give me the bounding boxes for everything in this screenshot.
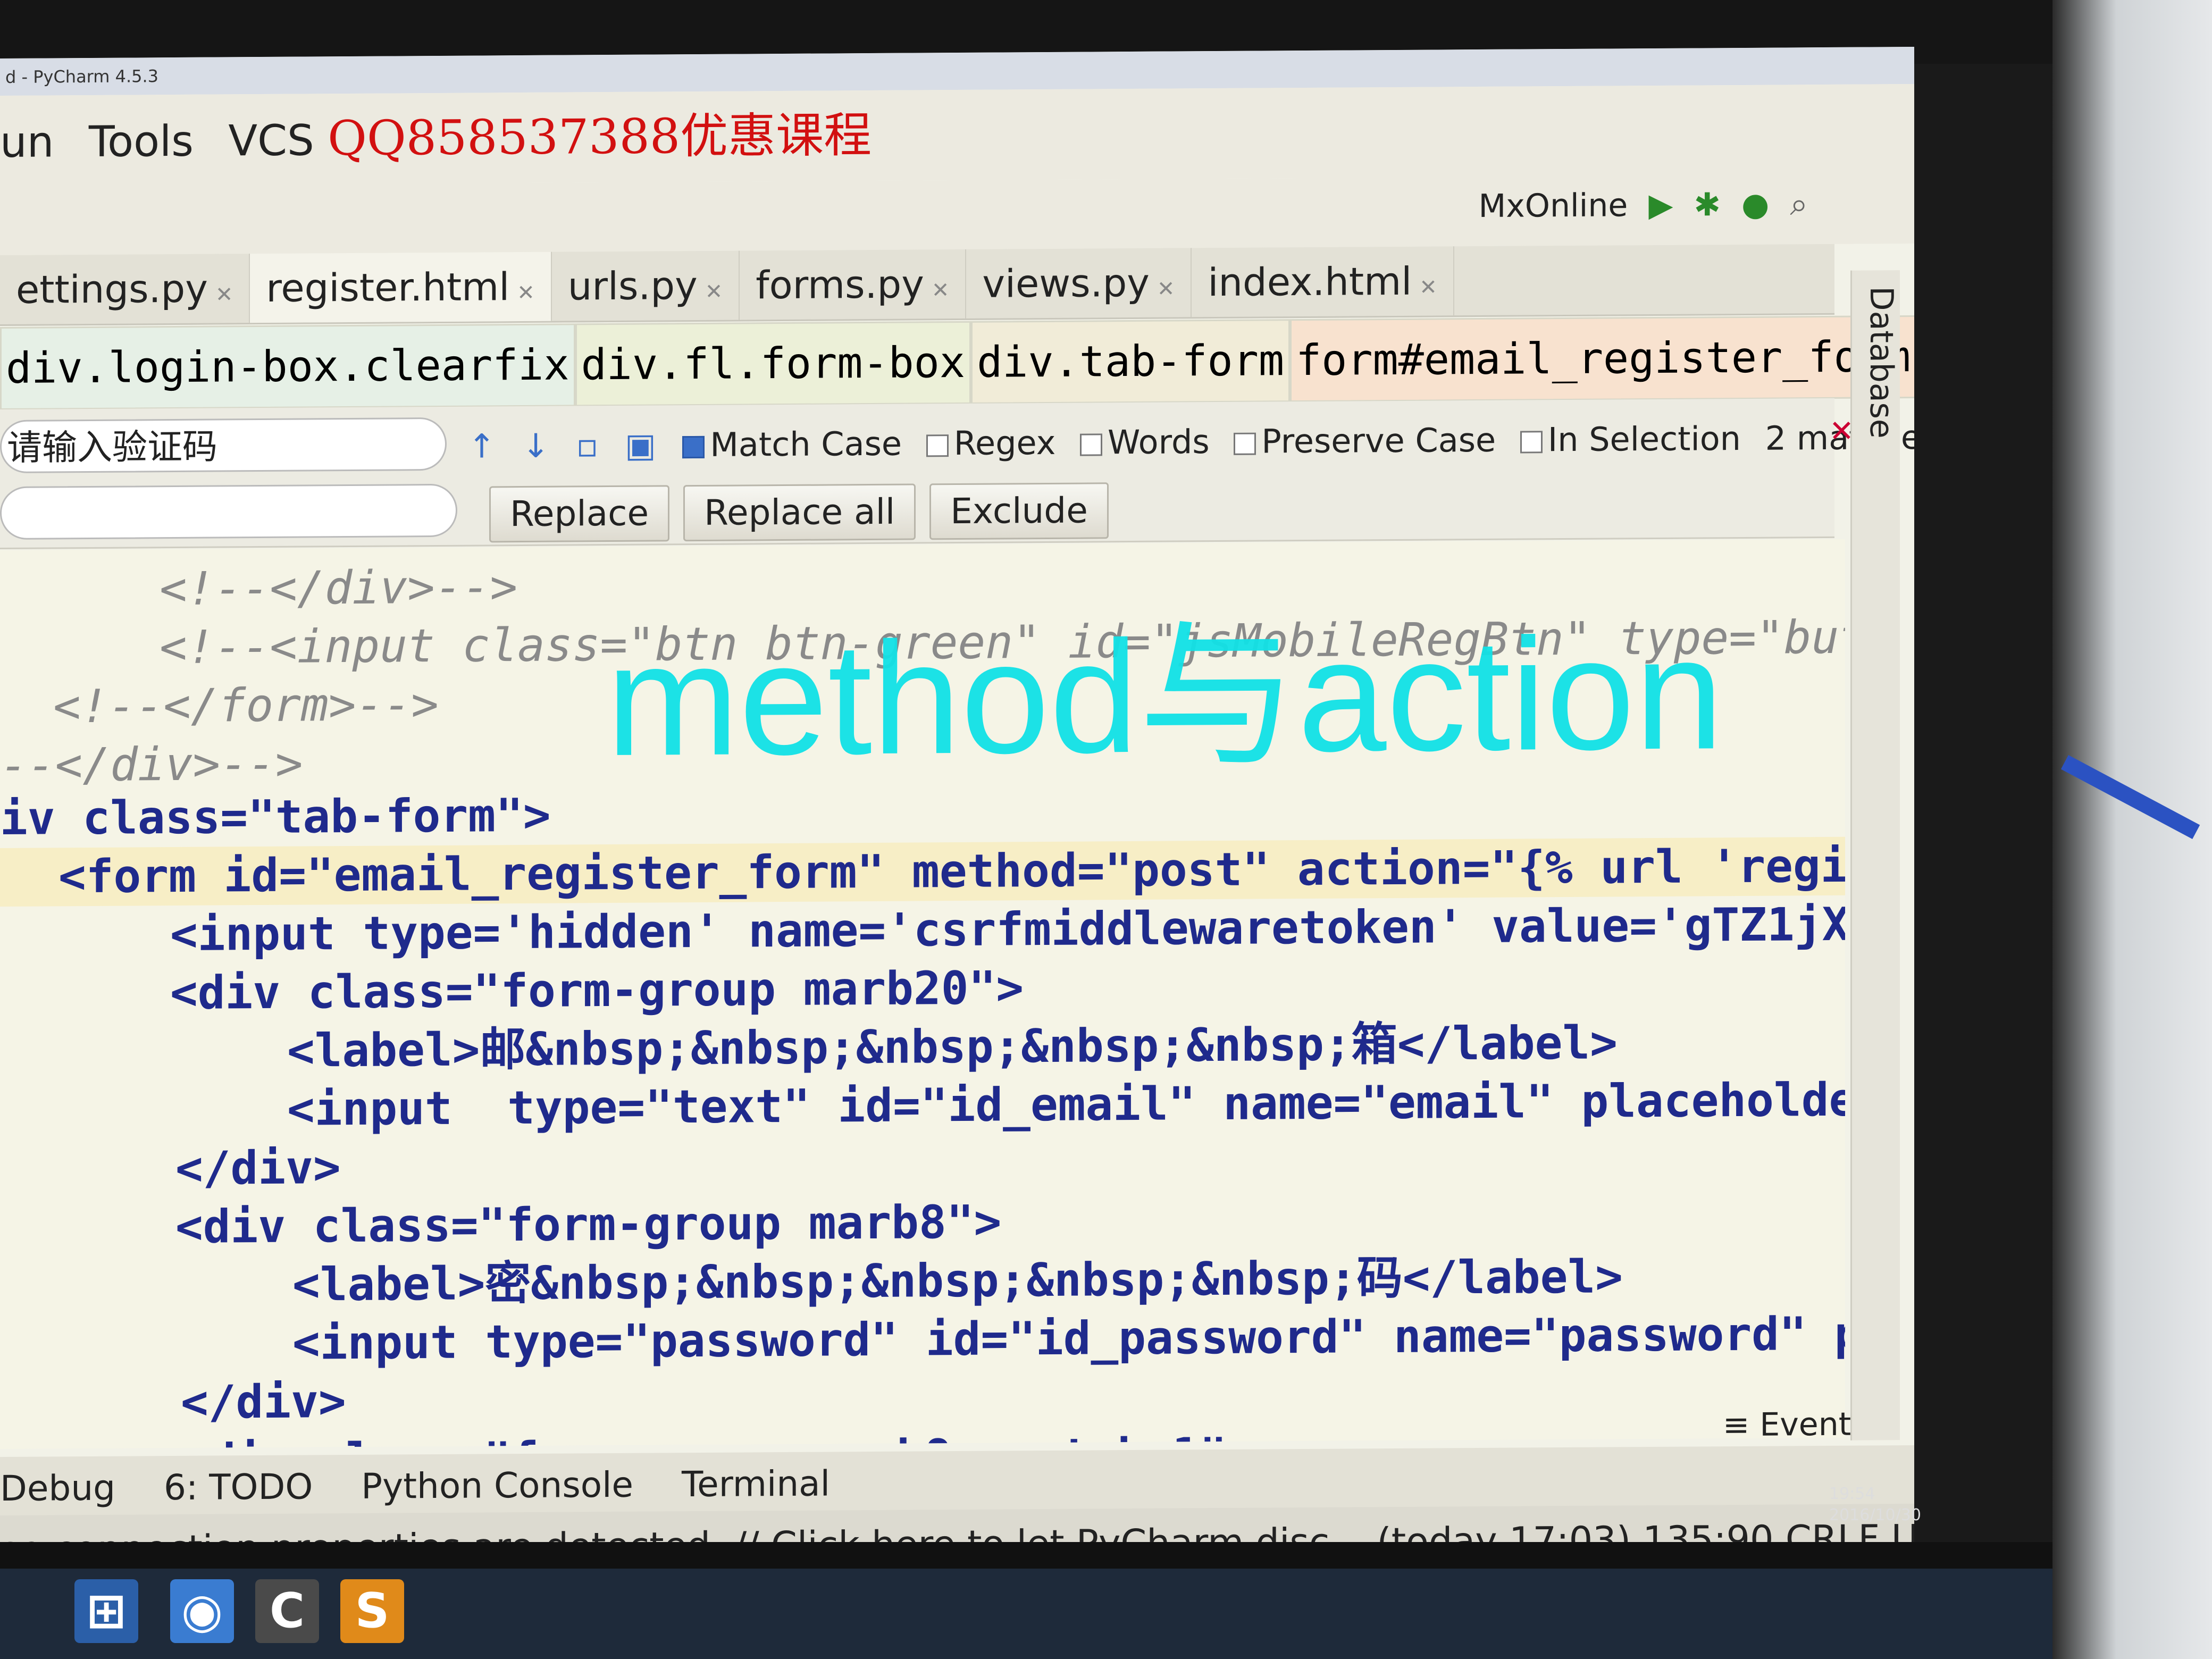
- tab-settings[interactable]: ettings.py ✕: [0, 254, 250, 324]
- code-line: <label>密&nbsp;&nbsp;&nbsp;&nbsp;&nbsp;码<…: [292, 1250, 1623, 1312]
- s-icon[interactable]: S: [340, 1579, 404, 1643]
- words-option[interactable]: Words: [1080, 422, 1210, 462]
- checkbox-icon: [682, 435, 705, 459]
- menubar: un Tools VCS QQ858537388优惠课程: [0, 84, 1914, 186]
- checkbox-icon: [1080, 433, 1103, 456]
- option-label: Regex: [953, 423, 1056, 463]
- search-input[interactable]: 请输入验证码: [0, 417, 447, 473]
- replace-input[interactable]: [0, 483, 457, 540]
- close-icon[interactable]: ✕: [1419, 275, 1437, 299]
- event-log-icon: ≡: [1723, 1406, 1750, 1444]
- find-options: ↑ ↓ ▫ ▣ Match Case Regex Words Preserve …: [468, 414, 1914, 471]
- run-config-label: MxOnline: [1478, 187, 1628, 225]
- video-caption-overlay: method与action: [606, 604, 1724, 790]
- code-line: --</div>-->: [0, 737, 303, 792]
- code-line: <label>邮&nbsp;&nbsp;&nbsp;&nbsp;&nbsp;箱<…: [287, 1016, 1618, 1078]
- menu-item-vcs[interactable]: VCS: [228, 115, 314, 165]
- regex-option[interactable]: Regex: [926, 423, 1056, 463]
- code-line: </div>: [175, 1141, 341, 1195]
- qq-watermark: QQ858537388优惠课程: [328, 107, 872, 167]
- tool-todo[interactable]: 6: TODO: [164, 1466, 313, 1508]
- tab-register-html[interactable]: register.html ✕: [250, 252, 552, 323]
- run-config-selector[interactable]: MxOnline ▶ ✱ ● ⌕: [1478, 186, 1808, 225]
- tab-views[interactable]: views.py ✕: [966, 248, 1192, 319]
- option-label: Preserve Case: [1261, 420, 1496, 461]
- code-line: <!--</div>-->: [160, 560, 518, 616]
- breadcrumb-item[interactable]: div.login-box.clearfix: [0, 323, 575, 410]
- close-icon[interactable]: ✕: [215, 282, 233, 307]
- match-case-option[interactable]: Match Case: [682, 424, 902, 465]
- run-icon[interactable]: ▶: [1648, 187, 1673, 224]
- coverage-icon[interactable]: ●: [1741, 186, 1769, 223]
- find-buttons: Replace Replace all Exclude: [489, 482, 1122, 543]
- next-occurrence-icon[interactable]: ↓: [522, 426, 550, 465]
- tab-label: index.html: [1208, 258, 1412, 305]
- code-line: <!--</form>-->: [53, 677, 439, 734]
- replace-all-button[interactable]: Replace all: [683, 483, 916, 542]
- start-icon[interactable]: ⊞: [74, 1579, 138, 1643]
- code-line: <div class="form-group marb8">: [175, 1195, 1002, 1254]
- clock-time: 19:54: [1829, 1485, 1875, 1503]
- code-line: <input type="password" id="id_password" …: [292, 1306, 1845, 1370]
- checkbox-icon: [1234, 432, 1256, 455]
- find-replace-bar: 请输入验证码 ↑ ↓ ▫ ▣ Match Case Regex Words Pr…: [0, 398, 1914, 549]
- tab-label: ettings.py: [16, 266, 208, 312]
- close-icon[interactable]: ✕: [932, 278, 950, 303]
- checkbox-icon: [1520, 431, 1543, 454]
- editor-tabs: ettings.py ✕ register.html ✕ urls.py ✕ forms.p…: [0, 244, 1834, 326]
- code-line: iv class="tab-form">: [0, 789, 551, 845]
- menu-item-run[interactable]: un: [0, 117, 54, 167]
- tab-label: urls.py: [567, 263, 698, 309]
- pycharm-window: d - PyCharm 4.5.3 un Tools VCS QQ8585373…: [0, 47, 1914, 1564]
- add-selection-icon[interactable]: ▫: [576, 426, 598, 465]
- previous-occurrence-icon[interactable]: ↑: [468, 426, 496, 465]
- checkbox-icon: [926, 434, 949, 457]
- breadcrumb-item[interactable]: div.fl.form-box: [575, 321, 971, 407]
- select-all-icon[interactable]: ▣: [625, 425, 656, 464]
- taskbar-clock[interactable]: 19:54 2016/10/30: [1829, 1484, 1921, 1526]
- close-icon[interactable]: ✕: [517, 281, 535, 305]
- close-icon[interactable]: ✕: [705, 280, 723, 304]
- tab-label: register.html: [266, 264, 510, 311]
- clock-date: 2016/10/30: [1829, 1506, 1921, 1524]
- tool-debug[interactable]: Debug: [0, 1468, 115, 1509]
- breadcrumb-item[interactable]: div.tab-form: [971, 319, 1291, 404]
- windows-taskbar: ⊞ ◉ C S: [0, 1569, 2052, 1659]
- option-label: Match Case: [710, 424, 902, 464]
- tool-terminal[interactable]: Terminal: [682, 1463, 830, 1505]
- code-line: <div class="form-group marb20">: [170, 961, 1024, 1020]
- preserve-case-option[interactable]: Preserve Case: [1234, 421, 1496, 461]
- toolbar: MxOnline ▶ ✱ ● ⌕: [0, 174, 1914, 255]
- debug-icon[interactable]: ✱: [1694, 186, 1721, 223]
- menu-item-tools[interactable]: Tools: [89, 116, 194, 166]
- option-label: Words: [1108, 422, 1210, 462]
- tab-index-html[interactable]: index.html ✕: [1192, 246, 1454, 317]
- code-line: </div>: [181, 1375, 346, 1429]
- c-icon[interactable]: C: [255, 1579, 319, 1643]
- tab-urls[interactable]: urls.py ✕: [551, 250, 740, 321]
- tab-label: views.py: [982, 260, 1150, 306]
- close-icon[interactable]: ✕: [1157, 277, 1175, 301]
- breadcrumb-item[interactable]: form#email_register_form: [1290, 315, 1914, 403]
- chrome-icon[interactable]: ◉: [170, 1579, 234, 1643]
- in-selection-option[interactable]: In Selection: [1520, 419, 1741, 459]
- replace-button[interactable]: Replace: [489, 485, 670, 543]
- database-label: Database: [1863, 286, 1900, 439]
- option-label: In Selection: [1547, 419, 1741, 459]
- search-everywhere-icon[interactable]: ⌕: [1790, 186, 1808, 223]
- code-line-current: <form id="email_register_form" method="p…: [0, 836, 1845, 907]
- tab-forms[interactable]: forms.py ✕: [740, 249, 967, 320]
- breadcrumb: div.login-box.clearfix div.fl.form-box div…: [0, 315, 1914, 410]
- tab-label: forms.py: [756, 262, 924, 308]
- code-line: <input type='hidden' name='csrfmiddlewar…: [170, 896, 1845, 962]
- tool-python-console[interactable]: Python Console: [361, 1464, 633, 1507]
- database-panel-tab[interactable]: Database: [1850, 270, 1900, 1440]
- code-line: <input type="text" id="id_email" name="e…: [287, 1072, 1845, 1136]
- exclude-button[interactable]: Exclude: [929, 482, 1109, 540]
